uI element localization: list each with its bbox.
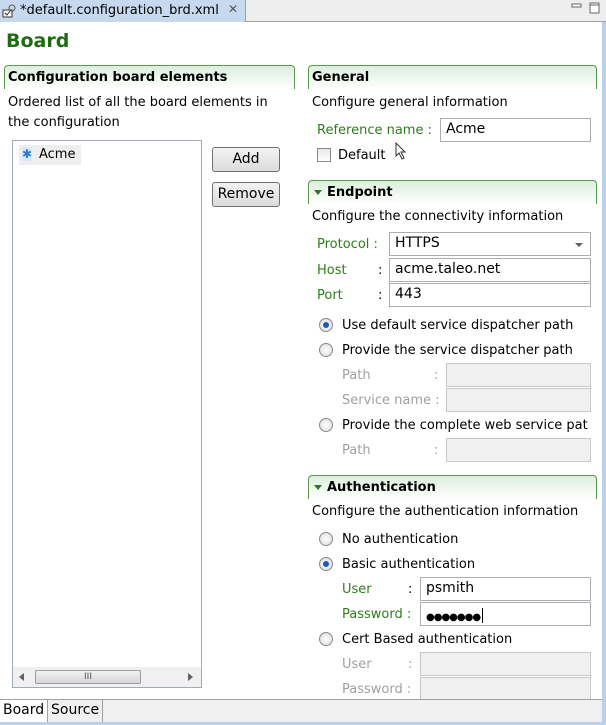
reference-name-label: Reference name : <box>317 123 432 138</box>
user-input[interactable]: psmith <box>420 577 591 601</box>
password-input[interactable]: ●●●●●●● <box>420 602 591 626</box>
horizontal-scrollbar[interactable]: III <box>13 667 201 687</box>
dispatcher-path-input[interactable] <box>446 363 591 387</box>
path-label: Path <box>342 368 371 383</box>
radio-complete-ws-path[interactable] <box>319 418 333 432</box>
scroll-left-icon[interactable] <box>19 673 24 681</box>
radio-label: Use default service dispatcher path <box>342 318 574 333</box>
radio-cert-based-authentication[interactable] <box>319 632 333 646</box>
radio-label: Cert Based authentication <box>342 632 513 647</box>
editor-tab-bar: *default.configuration_brd.xml ✕ <box>0 0 606 22</box>
editor-tab-title: *default.configuration_brd.xml <box>20 3 219 18</box>
user-colon: : <box>408 582 413 597</box>
path-label: Path <box>342 443 371 458</box>
list-item[interactable]: ✱ Acme <box>19 145 82 165</box>
board-elements-list[interactable]: ✱ Acme III <box>12 140 202 688</box>
config-file-icon <box>2 4 16 18</box>
default-label: Default <box>338 148 386 163</box>
host-input[interactable]: acme.taleo.net <box>389 258 591 282</box>
protocol-value: HTTPS <box>395 235 440 251</box>
cert-user-colon: : <box>408 657 413 672</box>
radio-basic-authentication[interactable] <box>319 557 333 571</box>
list-item-label: Acme <box>39 147 76 162</box>
radio-label: Provide the service dispatcher path <box>342 343 573 358</box>
section-header-board-elements: Configuration board elements <box>4 65 295 89</box>
section-header-endpoint[interactable]: Endpoint <box>308 180 597 204</box>
radio-label: Provide the complete web service pat <box>342 418 588 433</box>
default-checkbox[interactable] <box>317 148 331 162</box>
path-colon: : <box>434 443 439 458</box>
page-title: Board <box>6 30 70 52</box>
minimize-icon[interactable] <box>571 2 583 14</box>
remove-button[interactable]: Remove <box>212 182 280 207</box>
protocol-label: Protocol : <box>317 237 378 252</box>
section-description: Ordered list of all the board elements i… <box>8 95 268 110</box>
section-header-authentication[interactable]: Authentication <box>308 475 597 499</box>
user-label: User <box>342 582 372 597</box>
section-title: General <box>312 70 370 85</box>
radio-provide-dispatcher-path[interactable] <box>319 343 333 357</box>
port-label: Port <box>317 288 343 303</box>
cert-password-input[interactable] <box>420 677 591 701</box>
authentication-description: Configure the authentication information <box>312 504 579 519</box>
service-name-input[interactable] <box>446 388 591 412</box>
section-description-cont: the configuration <box>8 115 120 130</box>
chevron-down-icon[interactable] <box>575 243 583 247</box>
tab-board[interactable]: Board <box>0 700 49 723</box>
section-header-general: General <box>308 65 597 89</box>
radio-no-authentication[interactable] <box>319 532 333 546</box>
gear-icon: ✱ <box>22 147 33 161</box>
radio-label: Basic authentication <box>342 557 476 572</box>
port-colon: : <box>378 288 383 303</box>
port-input[interactable]: 443 <box>389 283 591 307</box>
endpoint-description: Configure the connectivity information <box>312 209 564 224</box>
maximize-icon[interactable] <box>589 2 601 14</box>
host-colon: : <box>378 263 383 278</box>
password-label: Password : <box>342 607 412 622</box>
full-ws-path-input[interactable] <box>446 438 591 462</box>
tab-source[interactable]: Source <box>48 700 104 723</box>
collapse-twisty-icon[interactable] <box>314 485 322 490</box>
path-colon: : <box>434 368 439 383</box>
host-label: Host <box>317 263 347 278</box>
radio-label: No authentication <box>342 532 459 547</box>
scrollbar-thumb[interactable]: III <box>35 670 141 684</box>
section-title: Endpoint <box>327 185 393 200</box>
general-description: Configure general information <box>312 95 508 110</box>
section-title: Configuration board elements <box>8 70 228 85</box>
collapse-twisty-icon[interactable] <box>314 190 322 195</box>
protocol-select[interactable]: HTTPS <box>389 232 591 256</box>
reference-name-input[interactable]: Acme <box>440 118 591 142</box>
window-border <box>602 22 606 725</box>
editor-tab[interactable]: *default.configuration_brd.xml ✕ <box>0 0 246 22</box>
cert-password-label: Password : <box>342 682 412 697</box>
cert-user-input[interactable] <box>420 652 591 676</box>
service-name-label: Service name : <box>342 393 440 408</box>
password-value: ●●●●●●● <box>426 612 481 623</box>
scroll-right-icon[interactable] <box>188 673 193 681</box>
radio-default-dispatcher-path[interactable] <box>319 318 333 332</box>
cert-user-label: User <box>342 657 372 672</box>
mouse-cursor-icon <box>395 142 407 160</box>
section-title: Authentication <box>327 480 436 495</box>
text-caret <box>482 608 484 623</box>
add-button[interactable]: Add <box>212 147 280 172</box>
close-icon[interactable]: ✕ <box>228 2 238 16</box>
